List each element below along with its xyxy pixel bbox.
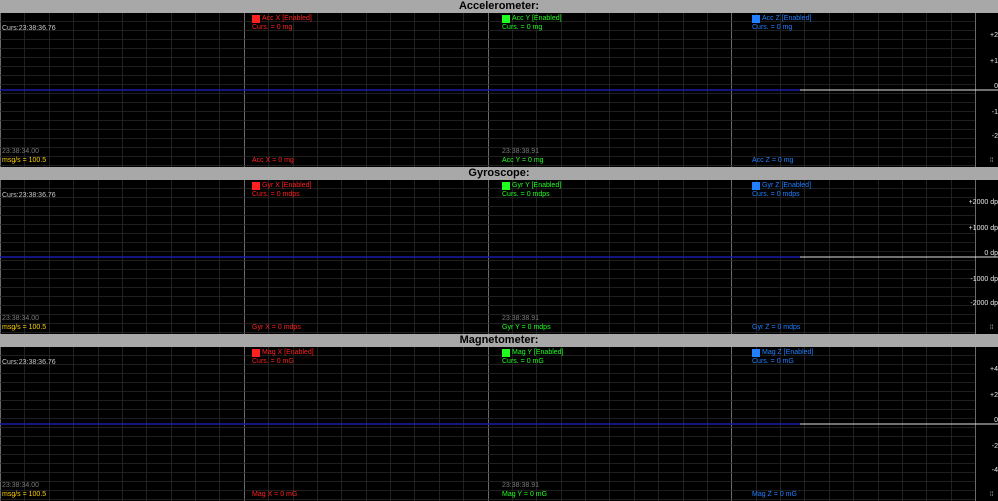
series-color-swatch[interactable]	[502, 182, 510, 190]
current-value: Mag X = 0 mG	[252, 491, 298, 498]
time-mid-label: 23:38:38.91	[502, 482, 539, 489]
message-rate: msg/s = 100.5	[2, 157, 47, 164]
accelerometer-grid	[0, 13, 998, 167]
time-mid-label: 23:38:38.91	[502, 148, 539, 155]
magnetometer-grid	[0, 347, 998, 501]
y-axis-tick-label: -1	[991, 109, 998, 116]
legend-x[interactable]: Acc X [Enabled]	[252, 15, 312, 23]
accelerometer-plot-area[interactable]: Curs:23:38:36.76 Acc X [Enabled] Curs. = 0…	[0, 13, 998, 167]
cursor-value: Curs. = 0 mg	[752, 24, 793, 31]
series-color-swatch[interactable]	[252, 349, 260, 357]
cursor-value: Curs. = 0 mg	[252, 24, 293, 31]
message-rate: msg/s = 100.5	[2, 491, 47, 498]
current-value: Acc Y = 0 mg	[502, 157, 544, 164]
y-axis-tick-label: +1000 dp	[968, 225, 998, 232]
cursor-value: Curs. = 0 mG	[252, 358, 294, 365]
y-axis-tick-label: +4	[990, 366, 998, 373]
cursor-value: Curs. = 0 mdps	[752, 191, 800, 198]
legend-label: Mag X [Enabled]	[262, 349, 314, 356]
current-value: Acc X = 0 mg	[252, 157, 294, 164]
magnetometer-title: Magnetometer:	[0, 334, 998, 347]
series-color-swatch[interactable]	[752, 15, 760, 23]
gyroscope-title: Gyroscope:	[0, 167, 998, 180]
message-rate: msg/s = 100.5	[2, 324, 47, 331]
legend-z[interactable]: Gyr Z [Enabled]	[752, 182, 811, 190]
y-axis-tick-label: -4	[991, 467, 998, 474]
resize-handle-icon[interactable]: ⁞⁞	[990, 325, 996, 331]
y-axis-tick-label: -2	[991, 443, 998, 450]
legend-label: Gyr Z [Enabled]	[762, 182, 812, 189]
legend-label: Acc X [Enabled]	[262, 15, 312, 22]
magnetometer-panel: Magnetometer: Curs:23:38:36.76 Mag X [Enab…	[0, 334, 998, 501]
y-axis-tick-label: +1	[990, 58, 998, 65]
series-color-swatch[interactable]	[252, 182, 260, 190]
legend-x[interactable]: Mag X [Enabled]	[252, 349, 314, 357]
legend-label: Gyr X [Enabled]	[262, 182, 312, 189]
legend-y[interactable]: Gyr Y [Enabled]	[502, 182, 561, 190]
legend-label: Mag Y [Enabled]	[512, 349, 564, 356]
resize-handle-icon[interactable]: ⁞⁞	[990, 158, 996, 164]
time-start-label: 23:38:34.00	[2, 315, 39, 322]
cursor-time: Curs:23:38:36.76	[2, 192, 56, 199]
accelerometer-title: Accelerometer:	[0, 0, 998, 13]
cursor-value: Curs. = 0 mg	[502, 24, 543, 31]
series-color-swatch[interactable]	[752, 349, 760, 357]
resize-handle-icon[interactable]: ⁞⁞	[990, 492, 996, 498]
y-axis-tick-label: -2	[991, 133, 998, 140]
cursor-time: Curs:23:38:36.76	[2, 25, 56, 32]
time-start-label: 23:38:34.00	[2, 482, 39, 489]
y-axis-tick-label: 0 dp	[984, 250, 998, 257]
cursor-value: Curs. = 0 mG	[752, 358, 794, 365]
legend-x[interactable]: Gyr X [Enabled]	[252, 182, 311, 190]
y-axis-tick-label: 0	[994, 417, 998, 424]
legend-y[interactable]: Mag Y [Enabled]	[502, 349, 564, 357]
gyroscope-panel: Gyroscope: Curs:23:38:36.76 Gyr X [Enabled…	[0, 167, 998, 334]
y-axis-tick-label: 0	[994, 83, 998, 90]
cursor-value: Curs. = 0 mdps	[252, 191, 300, 198]
y-axis-tick-label: +2	[990, 32, 998, 39]
current-value: Gyr X = 0 mdps	[252, 324, 301, 331]
current-value: Gyr Y = 0 mdps	[502, 324, 551, 331]
legend-label: Acc Y [Enabled]	[512, 15, 562, 22]
current-value: Mag Y = 0 mG	[502, 491, 548, 498]
current-value: Gyr Z = 0 mdps	[752, 324, 801, 331]
legend-z[interactable]: Mag Z [Enabled]	[752, 349, 813, 357]
legend-y[interactable]: Acc Y [Enabled]	[502, 15, 562, 23]
series-color-swatch[interactable]	[502, 15, 510, 23]
gyroscope-plot-area[interactable]: Curs:23:38:36.76 Gyr X [Enabled] Curs. = 0…	[0, 180, 998, 334]
y-axis-tick-label: +2000 dp	[968, 199, 998, 206]
cursor-value: Curs. = 0 mG	[502, 358, 544, 365]
gyroscope-grid	[0, 180, 998, 334]
current-value: Mag Z = 0 mG	[752, 491, 797, 498]
series-color-swatch[interactable]	[252, 15, 260, 23]
legend-label: Acc Z [Enabled]	[762, 15, 812, 22]
y-axis-tick-label: +2	[990, 392, 998, 399]
cursor-value: Curs. = 0 mdps	[502, 191, 550, 198]
legend-label: Mag Z [Enabled]	[762, 349, 814, 356]
series-color-swatch[interactable]	[502, 349, 510, 357]
series-color-swatch[interactable]	[752, 182, 760, 190]
current-value: Acc Z = 0 mg	[752, 157, 794, 164]
y-axis-tick-label: -2000 dp	[970, 300, 998, 307]
y-axis-tick-label: -1000 dp	[970, 276, 998, 283]
legend-z[interactable]: Acc Z [Enabled]	[752, 15, 811, 23]
magnetometer-plot-area[interactable]: Curs:23:38:36.76 Mag X [Enabled] Curs. = 0…	[0, 347, 998, 501]
time-start-label: 23:38:34.00	[2, 148, 39, 155]
time-mid-label: 23:38:38.91	[502, 315, 539, 322]
cursor-time: Curs:23:38:36.76	[2, 359, 56, 366]
accelerometer-panel: Accelerometer: Curs:23:38:36.76 Acc X [Ena…	[0, 0, 998, 167]
legend-label: Gyr Y [Enabled]	[512, 182, 562, 189]
